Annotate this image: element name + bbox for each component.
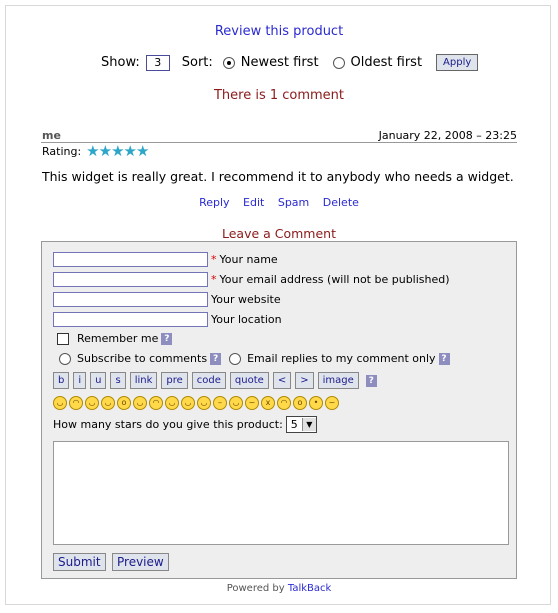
star-icon: ★ [86, 142, 100, 160]
show-count-input[interactable] [145, 54, 170, 71]
happy-icon[interactable]: ◡ [229, 396, 243, 410]
stars-select-row: How many stars do you give this product:… [53, 416, 317, 433]
smile-icon[interactable]: ◡ [53, 396, 67, 410]
preview-button[interactable]: Preview [112, 553, 169, 571]
worried-icon[interactable]: ◠ [277, 396, 291, 410]
required-marker: * [211, 273, 217, 286]
sort-newest-radio[interactable] [222, 56, 235, 69]
talkback-link[interactable]: TalkBack [288, 583, 331, 594]
comment-author: me [42, 129, 61, 142]
email-replies-radio[interactable] [229, 352, 242, 365]
format-toolbar: b i u s link pre code quote < > image ? [53, 372, 377, 389]
help-icon[interactable]: ? [365, 374, 377, 387]
email-label: Your email address (will not be publishe… [219, 273, 450, 286]
confused-icon[interactable]: ~ [245, 396, 259, 410]
wink-icon[interactable]: ◡ [133, 396, 147, 410]
comment-textarea[interactable] [53, 441, 509, 545]
chevron-down-icon: ▼ [301, 418, 316, 431]
subscribe-row: Subscribe to comments ? Email replies to… [59, 352, 450, 365]
smiley-bar: ◡ ◠ ◡ ◡ o ◡ ◠ ◡ ◡ ◡ – ◡ ~ x ◠ o • ~ [53, 396, 341, 410]
comment-body: This widget is really great. I recommend… [42, 169, 514, 184]
quote-button[interactable]: quote [229, 372, 269, 389]
sad-icon[interactable]: ◠ [69, 396, 83, 410]
rating-stars: ★ ★ ★ ★ ★ [86, 142, 150, 160]
sort-label: Sort: [181, 55, 213, 70]
link-button[interactable]: link [129, 372, 158, 389]
stars-question: How many stars do you give this product: [53, 418, 283, 431]
name-input[interactable] [53, 252, 208, 267]
website-row: Your website [53, 292, 281, 307]
dead-icon[interactable]: x [261, 396, 275, 410]
location-row: Your location [53, 312, 282, 327]
comment-rating: Rating: ★ ★ ★ ★ ★ [42, 142, 150, 160]
shocked-icon[interactable]: o [293, 396, 307, 410]
location-label: Your location [211, 313, 282, 326]
delete-link[interactable]: Delete [323, 196, 359, 209]
code-button[interactable]: code [191, 372, 226, 389]
help-icon[interactable]: ? [438, 352, 450, 365]
strike-button[interactable]: s [110, 372, 126, 389]
sick-icon[interactable]: ~ [325, 396, 339, 410]
gt-button[interactable]: > [295, 372, 314, 389]
website-input[interactable] [53, 292, 208, 307]
stars-select[interactable]: 5 ▼ [285, 416, 317, 433]
rating-label: Rating: [42, 145, 82, 158]
comment-controls: Show: Sort: Newest first Oldest first Ap… [101, 54, 479, 71]
comment-actions: Reply Edit Spam Delete [0, 196, 558, 209]
apply-button[interactable]: Apply [436, 54, 479, 71]
italic-button[interactable]: i [73, 372, 87, 389]
remember-label: Remember me [77, 332, 159, 345]
email-row: * Your email address (will not be publis… [53, 272, 450, 287]
lt-button[interactable]: < [272, 372, 292, 389]
comment-form: * Your name * Your email address (will n… [41, 241, 517, 579]
comment-count: There is 1 comment [213, 88, 345, 103]
powered-text: Powered by [226, 583, 285, 594]
remember-checkbox[interactable] [57, 332, 69, 345]
name-label: Your name [219, 253, 278, 266]
kiss-icon[interactable]: • [309, 396, 323, 410]
blush-icon[interactable]: ◡ [165, 396, 179, 410]
star-icon: ★ [111, 142, 125, 160]
tongue-icon[interactable]: ◡ [197, 396, 211, 410]
surprised-icon[interactable]: o [117, 396, 131, 410]
email-replies-label[interactable]: Email replies to my comment only [247, 352, 435, 365]
website-label: Your website [211, 293, 281, 306]
grin-icon[interactable]: ◡ [85, 396, 99, 410]
comment-date: January 22, 2008 – 23:25 [378, 129, 517, 142]
required-marker: * [211, 253, 217, 266]
angry-icon[interactable]: ◠ [149, 396, 163, 410]
email-input[interactable] [53, 272, 208, 287]
stars-select-value: 5 [290, 418, 298, 431]
star-icon: ★ [135, 142, 150, 160]
underline-button[interactable]: u [90, 372, 107, 389]
image-button[interactable]: image [317, 372, 359, 389]
laugh-icon[interactable]: ◡ [101, 396, 115, 410]
subscribe-label[interactable]: Subscribe to comments [77, 352, 207, 365]
sort-oldest-radio[interactable] [332, 56, 345, 69]
neutral-icon[interactable]: – [213, 396, 227, 410]
name-row: * Your name [53, 252, 278, 267]
bold-button[interactable]: b [53, 372, 70, 389]
sort-oldest-label[interactable]: Oldest first [351, 55, 423, 70]
spam-link[interactable]: Spam [278, 196, 309, 209]
sort-newest-label[interactable]: Newest first [241, 55, 319, 70]
cool-icon[interactable]: ◡ [181, 396, 195, 410]
show-label: Show: [101, 55, 140, 70]
submit-button[interactable]: Submit [53, 553, 106, 571]
help-icon[interactable]: ? [161, 332, 173, 345]
subscribe-radio[interactable] [59, 352, 71, 365]
star-icon: ★ [123, 142, 137, 160]
reply-link[interactable]: Reply [199, 196, 229, 209]
edit-link[interactable]: Edit [243, 196, 264, 209]
remember-row: Remember me ? [57, 332, 173, 345]
star-icon: ★ [98, 142, 113, 160]
pre-button[interactable]: pre [161, 372, 188, 389]
help-icon[interactable]: ? [210, 352, 222, 365]
leave-comment-title: Leave a Comment [221, 226, 337, 241]
powered-by: Powered by TalkBack [0, 583, 558, 594]
location-input[interactable] [53, 312, 208, 327]
review-product-link[interactable]: Review this product [0, 24, 558, 39]
